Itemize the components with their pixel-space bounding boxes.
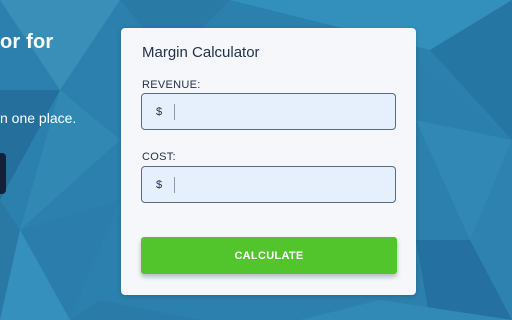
cost-field: $ (141, 166, 396, 203)
revenue-field: $ (141, 93, 396, 130)
revenue-input[interactable] (175, 94, 395, 129)
calculate-button[interactable]: CALCULATE (141, 237, 397, 274)
cost-label: COST: (142, 151, 176, 163)
revenue-currency-prefix: $ (155, 105, 163, 118)
cost-input[interactable] (175, 167, 395, 202)
hero-title-fragment: or for (0, 31, 54, 53)
hero-cta-button[interactable] (0, 153, 6, 194)
cost-currency-prefix: $ (155, 178, 163, 191)
calculator-title: Margin Calculator (142, 44, 260, 61)
margin-calculator-card: Margin Calculator REVENUE: $ COST: $ CAL… (121, 28, 416, 295)
revenue-label: REVENUE: (142, 79, 201, 91)
hero-subtitle-fragment: n one place. (0, 110, 77, 126)
